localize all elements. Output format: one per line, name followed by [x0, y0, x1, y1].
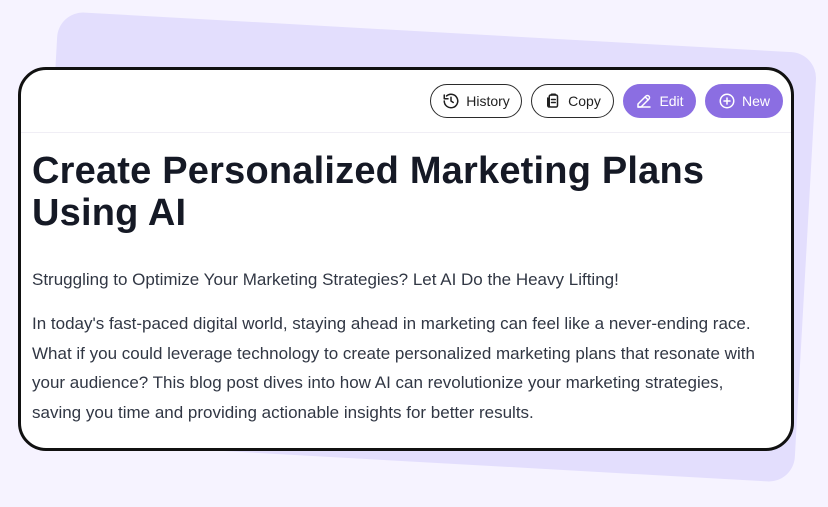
edit-icon: [635, 92, 653, 110]
copy-icon: [544, 92, 562, 110]
article-subtitle: Struggling to Optimize Your Marketing St…: [32, 270, 619, 289]
edit-button-label: Edit: [659, 93, 684, 109]
copy-button[interactable]: Copy: [531, 84, 614, 118]
blog-editor-card: History Copy Edit New Create Personalize…: [18, 67, 794, 451]
edit-button[interactable]: Edit: [623, 84, 696, 118]
plus-circle-icon: [718, 92, 736, 110]
history-button-label: History: [466, 93, 510, 109]
article-content: Create Personalized Marketing Plans Usin…: [21, 133, 791, 427]
history-button[interactable]: History: [430, 84, 522, 118]
article-body: In today's fast-paced digital world, sta…: [32, 314, 755, 422]
new-button-label: New: [741, 93, 770, 109]
history-icon: [442, 92, 460, 110]
editor-toolbar: History Copy Edit New: [21, 70, 791, 133]
app-stage: History Copy Edit New Create Personalize…: [0, 0, 828, 507]
new-button[interactable]: New: [705, 84, 783, 118]
article-title: Create Personalized Marketing Plans Usin…: [32, 150, 705, 234]
copy-button-label: Copy: [568, 93, 601, 109]
